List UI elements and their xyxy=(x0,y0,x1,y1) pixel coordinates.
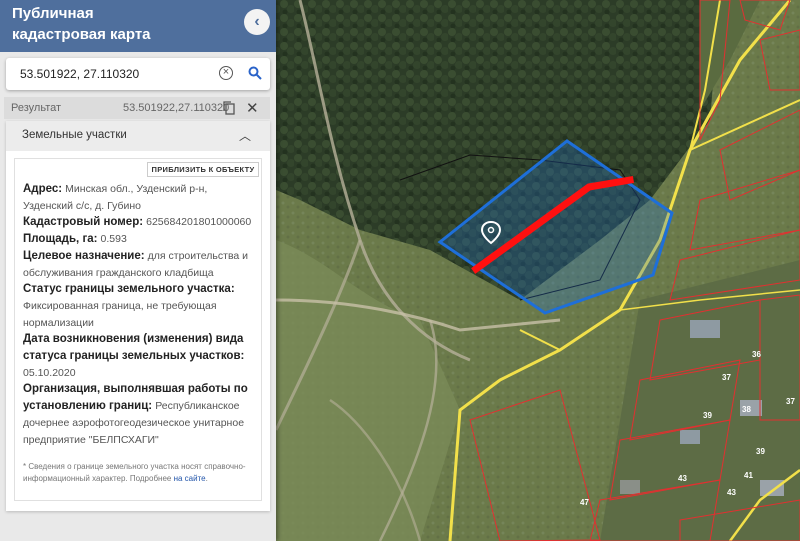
area-value: 0.593 xyxy=(100,233,127,246)
map-label: 38 xyxy=(742,405,751,414)
map-label: 43 xyxy=(678,474,687,483)
map-label: 36 xyxy=(752,350,761,359)
map-label: 43 xyxy=(727,488,736,497)
purpose-label: Целевое назначение: xyxy=(23,249,145,262)
boundary-value: Фиксированная граница, не требующая норм… xyxy=(23,299,217,329)
map-label: 39 xyxy=(703,411,712,420)
boundary-label: Статус границы земельного участка: xyxy=(23,283,235,296)
chevron-left-icon: ‹ xyxy=(254,13,260,30)
address-label: Адрес: xyxy=(23,183,63,195)
date-label: Дата возникновения (изменения) вида стат… xyxy=(23,333,245,363)
chevron-up-icon[interactable]: ︿ xyxy=(239,127,251,144)
search-input[interactable]: 53.501922, 27.110320 xyxy=(20,67,139,81)
map-label: 47 xyxy=(580,498,589,507)
map-label: 37 xyxy=(722,373,731,382)
search-box[interactable]: 53.501922, 27.110320 × xyxy=(6,58,270,90)
note-text: * Сведения о границе земельного участка … xyxy=(23,462,246,483)
result-coords: 53.501922,27.110320 xyxy=(123,102,230,114)
app-header: Публичная кадастровая карта ‹ xyxy=(0,0,276,52)
note-end: . xyxy=(205,474,208,483)
search-icon[interactable] xyxy=(248,66,262,85)
section-header[interactable]: Земельные участки ︿ xyxy=(6,121,270,151)
copy-icon[interactable] xyxy=(223,101,235,120)
land-parcels-section: Земельные участки ︿ ПРИБЛИЗИТЬ К ОБЪЕКТУ… xyxy=(6,121,270,511)
result-bar: Результат 53.501922,27.110320 ✕ xyxy=(4,97,270,119)
note-link[interactable]: на сайте xyxy=(174,474,206,483)
parcel-card: ПРИБЛИЗИТЬ К ОБЪЕКТУ Адрес: Минская обл.… xyxy=(14,158,262,501)
zoom-to-object-button[interactable]: ПРИБЛИЗИТЬ К ОБЪЕКТУ xyxy=(147,162,259,177)
parcel-info: Адрес: Минская обл., Узденский р-н, Узде… xyxy=(23,181,259,448)
area-label: Площадь, га: xyxy=(23,233,98,246)
map-label: 39 xyxy=(756,447,765,456)
map-label: 41 xyxy=(744,471,753,480)
collapse-panel-button[interactable]: ‹ xyxy=(244,9,270,35)
clear-icon[interactable]: × xyxy=(219,66,233,80)
cadastral-value: 625684201801000060 xyxy=(146,216,252,229)
close-icon[interactable]: ✕ xyxy=(246,99,259,117)
date-value: 05.10.2020 xyxy=(23,366,76,379)
result-label: Результат xyxy=(11,102,62,114)
sidebar-panel: Публичная кадастровая карта ‹ 53.501922,… xyxy=(0,0,276,541)
app-title-line2: кадастровая карта xyxy=(12,26,151,43)
app-title-line1: Публичная xyxy=(12,5,94,22)
section-title: Земельные участки xyxy=(22,129,127,141)
disclaimer-note: * Сведения о границе земельного участка … xyxy=(23,461,259,485)
map-label: 37 xyxy=(786,397,795,406)
cadastral-label: Кадастровый номер: xyxy=(23,216,144,229)
